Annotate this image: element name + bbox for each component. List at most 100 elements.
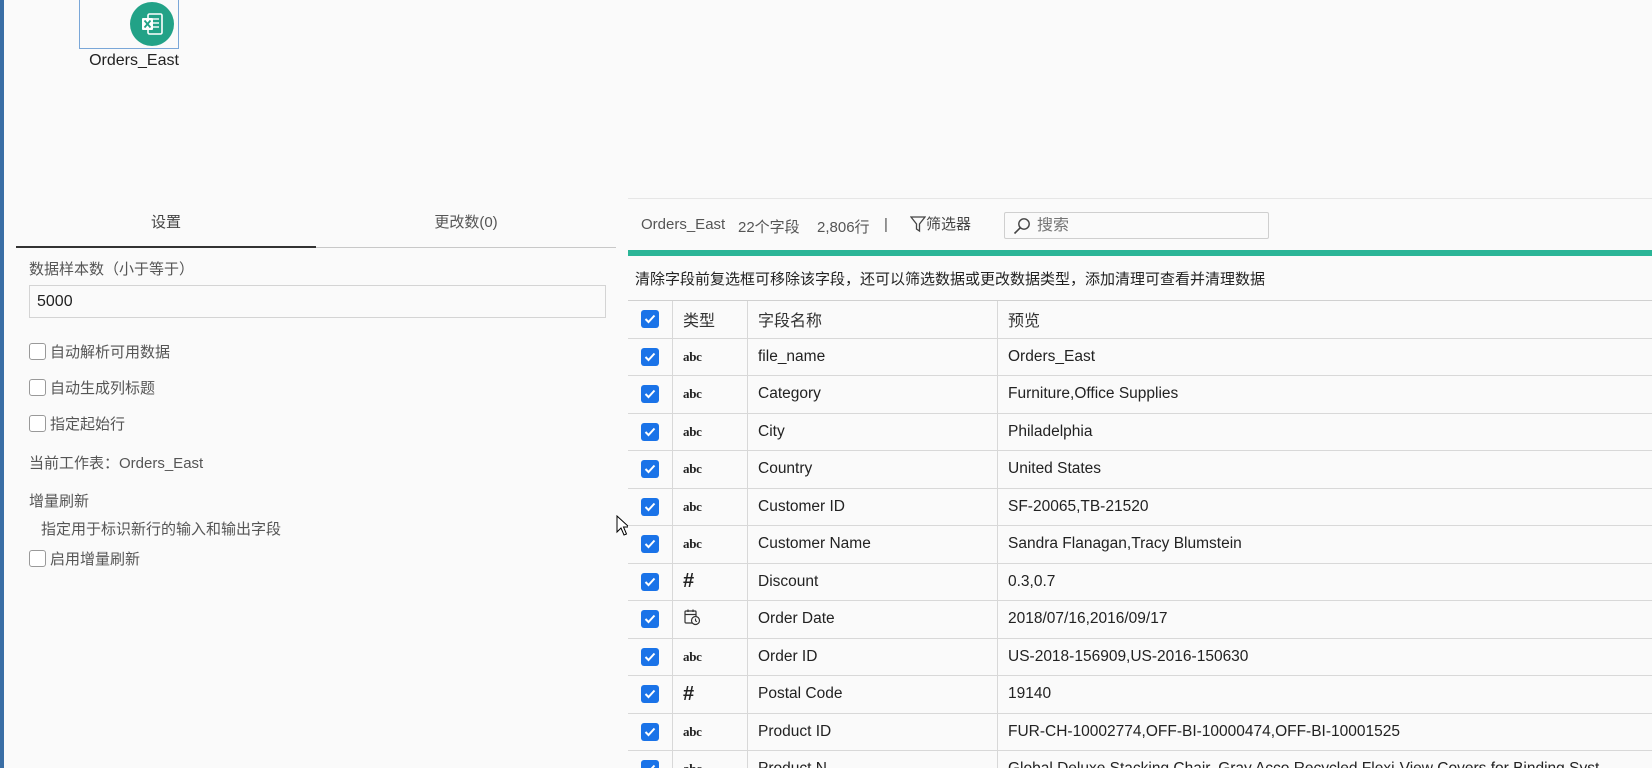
field-name-cell[interactable]: Product ID bbox=[748, 713, 998, 750]
field-name-cell[interactable]: Category bbox=[748, 376, 998, 413]
row-checkbox-cell bbox=[628, 376, 673, 413]
preview-header: Orders_East 22个字段 2,806行 | 筛选器 bbox=[628, 198, 1652, 250]
text-type-icon[interactable]: abc bbox=[683, 460, 702, 478]
field-preview-cell: SF-20065,TB-21520 bbox=[1008, 497, 1149, 515]
table-row[interactable]: abc Product ID FUR-CH-10002774,OFF-BI-1000… bbox=[628, 713, 1652, 751]
field-checkbox[interactable] bbox=[641, 460, 659, 479]
excel-file-icon[interactable] bbox=[130, 2, 174, 46]
number-type-icon[interactable]: # bbox=[683, 683, 694, 706]
text-type-icon[interactable]: abc bbox=[683, 648, 702, 666]
date-type-icon[interactable] bbox=[683, 608, 701, 631]
field-preview-cell: US-2018-156909,US-2016-150630 bbox=[1008, 647, 1249, 665]
start-row-option[interactable]: 指定起始行 bbox=[29, 413, 125, 434]
text-type-icon[interactable]: abc bbox=[683, 385, 702, 403]
header-separator: | bbox=[884, 216, 888, 233]
field-type-cell[interactable]: abc bbox=[673, 376, 748, 413]
text-type-icon[interactable]: abc bbox=[683, 760, 702, 768]
tab-changes[interactable]: 更改数(0) bbox=[316, 208, 616, 248]
field-name-cell[interactable]: Discount bbox=[748, 563, 998, 600]
text-type-icon[interactable]: abc bbox=[683, 348, 702, 366]
search-input[interactable] bbox=[1037, 216, 1257, 235]
field-checkbox[interactable] bbox=[641, 347, 659, 366]
field-name-cell[interactable]: file_name bbox=[748, 338, 998, 375]
table-row[interactable]: abc Order ID US-2018-156909,US-2016-150630 bbox=[628, 638, 1652, 676]
table-row[interactable]: abc file_name Orders_East bbox=[628, 338, 1652, 376]
field-checkbox[interactable] bbox=[641, 760, 659, 768]
table-row[interactable]: # Discount 0.3,0.7 bbox=[628, 563, 1652, 601]
field-name-cell[interactable]: Customer Name bbox=[748, 526, 998, 563]
field-checkbox[interactable] bbox=[641, 685, 659, 704]
field-preview-cell: FUR-CH-10002774,OFF-BI-10000474,OFF-BI-1… bbox=[1008, 722, 1400, 740]
enable-incremental-checkbox[interactable] bbox=[29, 550, 46, 567]
field-preview-cell: Furniture,Office Supplies bbox=[1008, 385, 1179, 403]
field-type-cell[interactable]: # bbox=[673, 563, 748, 600]
field-checkbox[interactable] bbox=[641, 572, 659, 591]
field-checkbox[interactable] bbox=[641, 422, 659, 441]
field-type-cell[interactable]: abc bbox=[673, 713, 748, 750]
sample-size-input[interactable] bbox=[29, 285, 606, 318]
row-checkbox-cell bbox=[628, 713, 673, 750]
field-type-cell[interactable]: # bbox=[673, 676, 748, 713]
table-row[interactable]: abc Customer ID SF-20065,TB-21520 bbox=[628, 488, 1652, 526]
text-type-icon[interactable]: abc bbox=[683, 498, 702, 516]
field-type-cell[interactable]: abc bbox=[673, 338, 748, 375]
column-header-name[interactable]: 字段名称 bbox=[748, 301, 998, 338]
field-checkbox[interactable] bbox=[641, 497, 659, 516]
table-row[interactable]: # Postal Code 19140 bbox=[628, 676, 1652, 714]
text-type-icon[interactable]: abc bbox=[683, 423, 702, 441]
start-row-checkbox[interactable] bbox=[29, 415, 46, 432]
search-icon bbox=[1013, 217, 1030, 234]
table-row[interactable]: abc Product NGlobal Deluxe Stacking Chair… bbox=[628, 751, 1652, 768]
table-row[interactable]: Order Date 2018/07/16,2016/09/17 bbox=[628, 601, 1652, 639]
field-type-cell[interactable] bbox=[673, 601, 748, 638]
column-header-preview[interactable]: 预览 bbox=[998, 301, 1652, 338]
field-type-cell[interactable]: abc bbox=[673, 451, 748, 488]
enable-incremental-option[interactable]: 启用增量刷新 bbox=[29, 548, 140, 569]
auto-parse-option[interactable]: 自动解析可用数据 bbox=[29, 341, 170, 362]
field-name-cell[interactable]: City bbox=[748, 413, 998, 450]
field-checkbox[interactable] bbox=[641, 610, 659, 629]
filter-button[interactable]: 筛选器 bbox=[910, 213, 971, 234]
field-name-cell[interactable]: Product N bbox=[748, 751, 998, 768]
text-type-icon[interactable]: abc bbox=[683, 535, 702, 553]
row-checkbox-cell bbox=[628, 751, 673, 768]
window-edge bbox=[0, 0, 4, 768]
field-type-cell[interactable]: abc bbox=[673, 526, 748, 563]
field-name-cell[interactable]: Order ID bbox=[748, 638, 998, 675]
field-name-cell[interactable]: Country bbox=[748, 451, 998, 488]
field-type-cell[interactable]: abc bbox=[673, 751, 748, 768]
table-row[interactable]: abc Customer Name Sandra Flanagan,Tracy Bl… bbox=[628, 526, 1652, 564]
field-preview-cell: 0.3,0.7 bbox=[1008, 572, 1056, 590]
field-name-cell[interactable]: Order Date bbox=[748, 601, 998, 638]
field-name-cell[interactable]: Customer ID bbox=[748, 488, 998, 525]
field-checkbox[interactable] bbox=[641, 535, 659, 554]
field-checkbox[interactable] bbox=[641, 385, 659, 404]
field-type-cell[interactable]: abc bbox=[673, 638, 748, 675]
table-row[interactable]: abc City Philadelphia bbox=[628, 413, 1652, 451]
table-row[interactable]: abc Country United States bbox=[628, 451, 1652, 489]
tab-settings[interactable]: 设置 bbox=[16, 208, 316, 248]
search-box[interactable] bbox=[1004, 212, 1269, 239]
field-preview-cell: Orders_East bbox=[1008, 347, 1096, 365]
node-label: Orders_East bbox=[89, 52, 179, 69]
auto-header-option[interactable]: 自动生成列标题 bbox=[29, 377, 155, 398]
auto-parse-checkbox[interactable] bbox=[29, 343, 46, 360]
select-all-checkbox[interactable] bbox=[641, 310, 659, 329]
field-checkbox[interactable] bbox=[641, 722, 659, 741]
table-row[interactable]: abc Category Furniture,Office Supplies bbox=[628, 376, 1652, 414]
field-preview-cell: Sandra Flanagan,Tracy Blumstein bbox=[1008, 535, 1242, 553]
row-checkbox-cell bbox=[628, 676, 673, 713]
field-checkbox[interactable] bbox=[641, 647, 659, 666]
field-type-cell[interactable]: abc bbox=[673, 413, 748, 450]
auto-parse-label: 自动解析可用数据 bbox=[50, 344, 171, 361]
text-type-icon[interactable]: abc bbox=[683, 723, 702, 741]
number-type-icon[interactable]: # bbox=[683, 570, 694, 593]
auto-header-checkbox[interactable] bbox=[29, 379, 46, 396]
row-checkbox-cell bbox=[628, 488, 673, 525]
field-preview-cell: 2018/07/16,2016/09/17 bbox=[1008, 610, 1168, 628]
column-header-type[interactable]: 类型 bbox=[673, 301, 748, 338]
flow-node-orders-east[interactable]: Orders_East bbox=[79, 0, 179, 80]
field-type-cell[interactable]: abc bbox=[673, 488, 748, 525]
field-name-cell[interactable]: Postal Code bbox=[748, 676, 998, 713]
field-preview-panel: Orders_East 22个字段 2,806行 | 筛选器 清除字段前复选框可… bbox=[628, 198, 1652, 768]
